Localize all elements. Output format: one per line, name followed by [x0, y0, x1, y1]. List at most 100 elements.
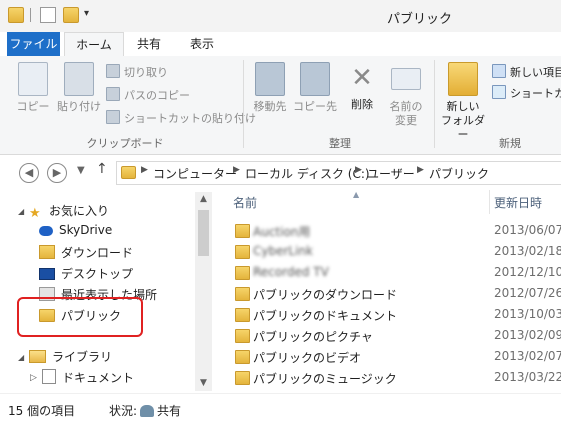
item-count: 15 個の項目 [8, 404, 76, 418]
breadcrumb-separator[interactable]: ▶ [141, 165, 148, 175]
file-name: パブリックのドキュメント [253, 309, 398, 323]
breadcrumb-separator[interactable]: ▶ [355, 165, 362, 175]
expand-arrow-icon[interactable]: ▷ [30, 373, 37, 383]
column-header-name[interactable]: 名前 [233, 194, 257, 211]
file-row[interactable]: Recorded TV 2012/12/10 [213, 262, 561, 283]
file-date: 2012/12/10 [494, 265, 561, 279]
rename-button[interactable]: 名前の 変更 [384, 62, 428, 128]
paste-button[interactable]: 貼り付け [56, 62, 102, 114]
nav-item-desktop[interactable]: デスクトップ [39, 265, 133, 282]
nav-scrollbar-thumb[interactable] [198, 210, 209, 256]
file-name: パブリックのダウンロード [253, 288, 398, 302]
ribbon-divider [434, 60, 435, 148]
ribbon-divider [243, 60, 244, 148]
new-folder-button[interactable]: 新しい フォルダー [438, 62, 488, 142]
copy-icon [18, 62, 48, 96]
collapse-arrow-icon[interactable]: ◢ [18, 353, 24, 362]
rename-icon [391, 68, 421, 90]
breadcrumb-separator[interactable]: ▶ [233, 165, 240, 175]
scroll-down-arrow-icon[interactable]: ▼ [198, 378, 209, 388]
file-name: パブリックのビデオ [253, 351, 362, 365]
new-item-button[interactable]: 新しい項目 [492, 64, 561, 80]
star-icon: ★ [29, 206, 41, 221]
address-bar[interactable]: ▶ コンピューター ▶ ローカル ディスク (C:) ▶ ユーザー ▶ パブリッ… [116, 161, 561, 185]
file-date: 2013/02/09 [494, 328, 561, 342]
document-icon [42, 369, 56, 384]
customize-quick-access-icon[interactable]: ▾ [84, 8, 89, 19]
copy-button[interactable]: コピー [12, 62, 54, 114]
scroll-up-arrow-icon[interactable]: ▲ [198, 194, 209, 204]
column-divider[interactable] [489, 190, 490, 214]
file-row[interactable]: パブリックのピクチャ 2013/02/09 [213, 325, 561, 346]
cut-button[interactable]: 切り取り [106, 64, 168, 80]
breadcrumb-separator[interactable]: ▶ [417, 165, 424, 175]
column-header-date-modified[interactable]: 更新日時 [494, 194, 542, 211]
properties-icon[interactable] [40, 7, 56, 23]
file-date: 2013/06/07 [494, 223, 561, 237]
nav-item-libraries[interactable]: ライブラリ [29, 348, 112, 365]
nav-item-favorites[interactable]: ★ お気に入り [29, 202, 109, 221]
folder-icon [235, 329, 250, 343]
new-item-icon [492, 64, 506, 78]
breadcrumb-computer[interactable]: コンピューター [153, 165, 237, 182]
file-name: CyberLink [253, 244, 313, 258]
file-name: Recorded TV [253, 265, 329, 279]
breadcrumb-users[interactable]: ユーザー [367, 165, 415, 182]
copy-to-button[interactable]: コピー先 [292, 62, 338, 114]
forward-arrow-icon[interactable]: ▶ [47, 163, 67, 183]
ribbon: コピー 貼り付け 切り取り パスのコピー ショートカットの貼り付け クリップボー… [0, 56, 561, 155]
copy-path-button[interactable]: パスのコピー [106, 87, 190, 103]
nav-item-downloads[interactable]: ダウンロード [39, 244, 133, 261]
scissors-icon [106, 64, 120, 78]
new-folder-icon[interactable] [63, 7, 79, 23]
organize-group-label: 整理 [329, 137, 351, 150]
file-name: パブリックのピクチャ [253, 330, 373, 344]
tab-view[interactable]: 表示 [181, 32, 223, 56]
desktop-icon [39, 268, 55, 280]
back-arrow-icon[interactable]: ◀ [19, 163, 39, 183]
folder-icon [235, 245, 250, 259]
delete-button[interactable]: ✕ 削除 [342, 62, 382, 112]
folder-icon [121, 166, 136, 179]
folder-icon [8, 7, 24, 23]
file-row[interactable]: パブリックのミュージック 2013/03/22 [213, 367, 561, 388]
file-list: 名前 ▲ 更新日時 Auction用 2013/06/07 CyberLink … [213, 190, 561, 393]
file-row[interactable]: Auction用 2013/06/07 [213, 220, 561, 241]
tab-share[interactable]: 共有 [128, 32, 170, 56]
folder-icon [235, 224, 250, 238]
move-to-button[interactable]: 移動先 [248, 62, 292, 114]
tab-home[interactable]: ホーム [64, 32, 124, 57]
toolbar-separator [30, 8, 31, 22]
file-name: パブリックのミュージック [253, 372, 397, 386]
navigation-bar: ◀ ▶ ▼ ↑ ▶ コンピューター ▶ ローカル ディスク (C:) ▶ ユーザ… [0, 155, 561, 189]
breadcrumb-local-disk[interactable]: ローカル ディスク (C:) [245, 165, 370, 182]
folder-icon [235, 350, 250, 364]
title-bar: ▾ パブリック [0, 0, 561, 33]
window-title: パブリック [387, 12, 453, 27]
nav-item-documents[interactable]: ドキュメント [42, 369, 134, 386]
sort-ascending-icon: ▲ [353, 190, 360, 199]
paste-shortcut-button[interactable]: ショートカットの貼り付け [106, 110, 256, 126]
nav-item-skydrive[interactable]: SkyDrive [39, 223, 112, 237]
file-date: 2013/10/03 [494, 307, 561, 321]
easy-access-button[interactable]: ショートカット [492, 85, 561, 101]
folder-icon [235, 308, 250, 322]
download-folder-icon [39, 245, 55, 259]
file-row[interactable]: パブリックのダウンロード 2012/07/26 [213, 283, 561, 304]
collapse-arrow-icon[interactable]: ◢ [18, 207, 24, 216]
file-date: 2012/07/26 [494, 286, 561, 300]
recent-locations-chevron-icon[interactable]: ▼ [77, 165, 85, 176]
tab-file[interactable]: ファイル [7, 32, 60, 56]
file-row[interactable]: パブリックのドキュメント 2013/10/03 [213, 304, 561, 325]
move-to-icon [255, 62, 285, 96]
file-name: Auction用 [253, 225, 311, 239]
breadcrumb-public[interactable]: パブリック [429, 165, 489, 182]
file-row[interactable]: CyberLink 2013/02/18 [213, 241, 561, 262]
file-row[interactable]: パブリックのビデオ 2013/02/07 [213, 346, 561, 367]
paste-icon [64, 62, 94, 96]
file-date: 2013/02/18 [494, 244, 561, 258]
shortcut-icon [106, 110, 120, 124]
clipboard-group-label: クリップボード [86, 137, 164, 150]
library-icon [29, 350, 46, 363]
up-arrow-icon[interactable]: ↑ [96, 161, 108, 177]
